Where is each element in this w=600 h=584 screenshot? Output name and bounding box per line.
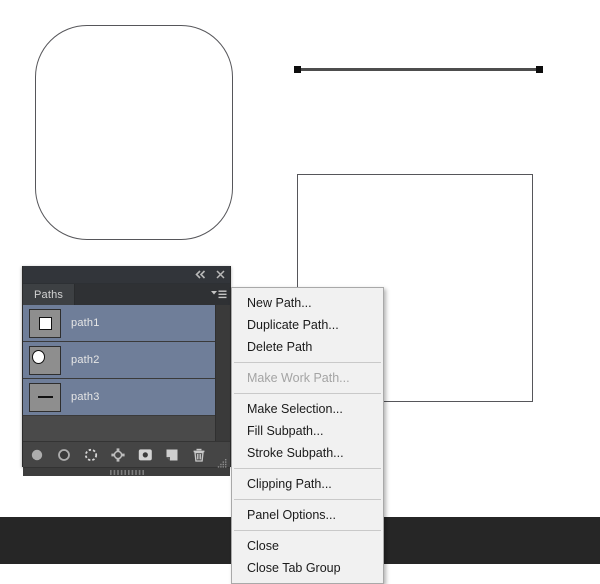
rounded-square-thumbnail (29, 308, 61, 338)
circle-thumbnail (29, 345, 61, 375)
panel-toolbar (23, 441, 230, 468)
menu-separator (234, 393, 381, 394)
filled-circle-icon[interactable] (29, 447, 45, 463)
paths-list[interactable]: path1 path2 path3 (23, 305, 230, 441)
menu-item-close[interactable]: Close (232, 535, 383, 557)
table-row[interactable]: path2 (23, 342, 230, 379)
thumbnail-shape (39, 316, 52, 330)
menu-separator (234, 362, 381, 363)
mask-square-icon[interactable] (137, 447, 153, 463)
panel-context-menu: New Path... Duplicate Path... Delete Pat… (231, 287, 384, 584)
menu-item-stroke-subpath[interactable]: Stroke Subpath... (232, 442, 383, 464)
vertical-scrollbar[interactable] (215, 305, 230, 441)
thumbnail-shape (32, 349, 45, 364)
paths-panel: Paths path1 path2 path3 (22, 266, 231, 476)
menu-item-new-path[interactable]: New Path... (232, 292, 383, 314)
thumbnail-shape (38, 395, 53, 398)
close-icon[interactable] (214, 268, 227, 281)
table-row[interactable]: path3 (23, 379, 230, 416)
menu-item-duplicate-path[interactable]: Duplicate Path... (232, 314, 383, 336)
anchor-points-icon[interactable] (110, 447, 126, 463)
tab-paths-label: Paths (34, 288, 64, 301)
resize-grip-icon[interactable] (217, 455, 227, 468)
menu-item-close-tab-group[interactable]: Close Tab Group (232, 557, 383, 579)
trash-icon[interactable] (191, 447, 207, 463)
line-path (298, 68, 538, 71)
panel-tabbar: Paths (23, 284, 230, 305)
list-item-label: path3 (71, 391, 100, 403)
menu-separator (234, 468, 381, 469)
table-row[interactable]: path1 (23, 305, 230, 342)
tab-paths[interactable]: Paths (23, 284, 76, 305)
panel-titlebar[interactable] (23, 266, 230, 284)
menu-item-fill-subpath[interactable]: Fill Subpath... (232, 420, 383, 442)
double-chevron-left-icon[interactable] (194, 268, 207, 281)
menu-item-delete-path[interactable]: Delete Path (232, 336, 383, 358)
drag-handle-icon[interactable] (109, 469, 144, 475)
list-item-label: path1 (71, 317, 100, 329)
menu-separator (234, 499, 381, 500)
menu-separator (234, 530, 381, 531)
line-thumbnail (29, 382, 61, 412)
panel-footer (23, 467, 230, 476)
menu-item-make-work-path: Make Work Path... (247, 371, 350, 385)
rounded-rectangle-path (35, 25, 233, 240)
dashed-selection-icon[interactable] (83, 447, 99, 463)
line-anchor-point-right (536, 66, 543, 73)
list-item-label: path2 (71, 354, 100, 366)
menu-item-clipping-path[interactable]: Clipping Path... (232, 473, 383, 495)
line-anchor-point-left (294, 66, 301, 73)
menu-item-panel-options[interactable]: Panel Options... (232, 504, 383, 526)
menu-item-make-selection[interactable]: Make Selection... (232, 398, 383, 420)
panel-menu-icon[interactable] (209, 288, 227, 301)
new-page-icon[interactable] (164, 447, 180, 463)
circle-outline-icon[interactable] (56, 447, 72, 463)
